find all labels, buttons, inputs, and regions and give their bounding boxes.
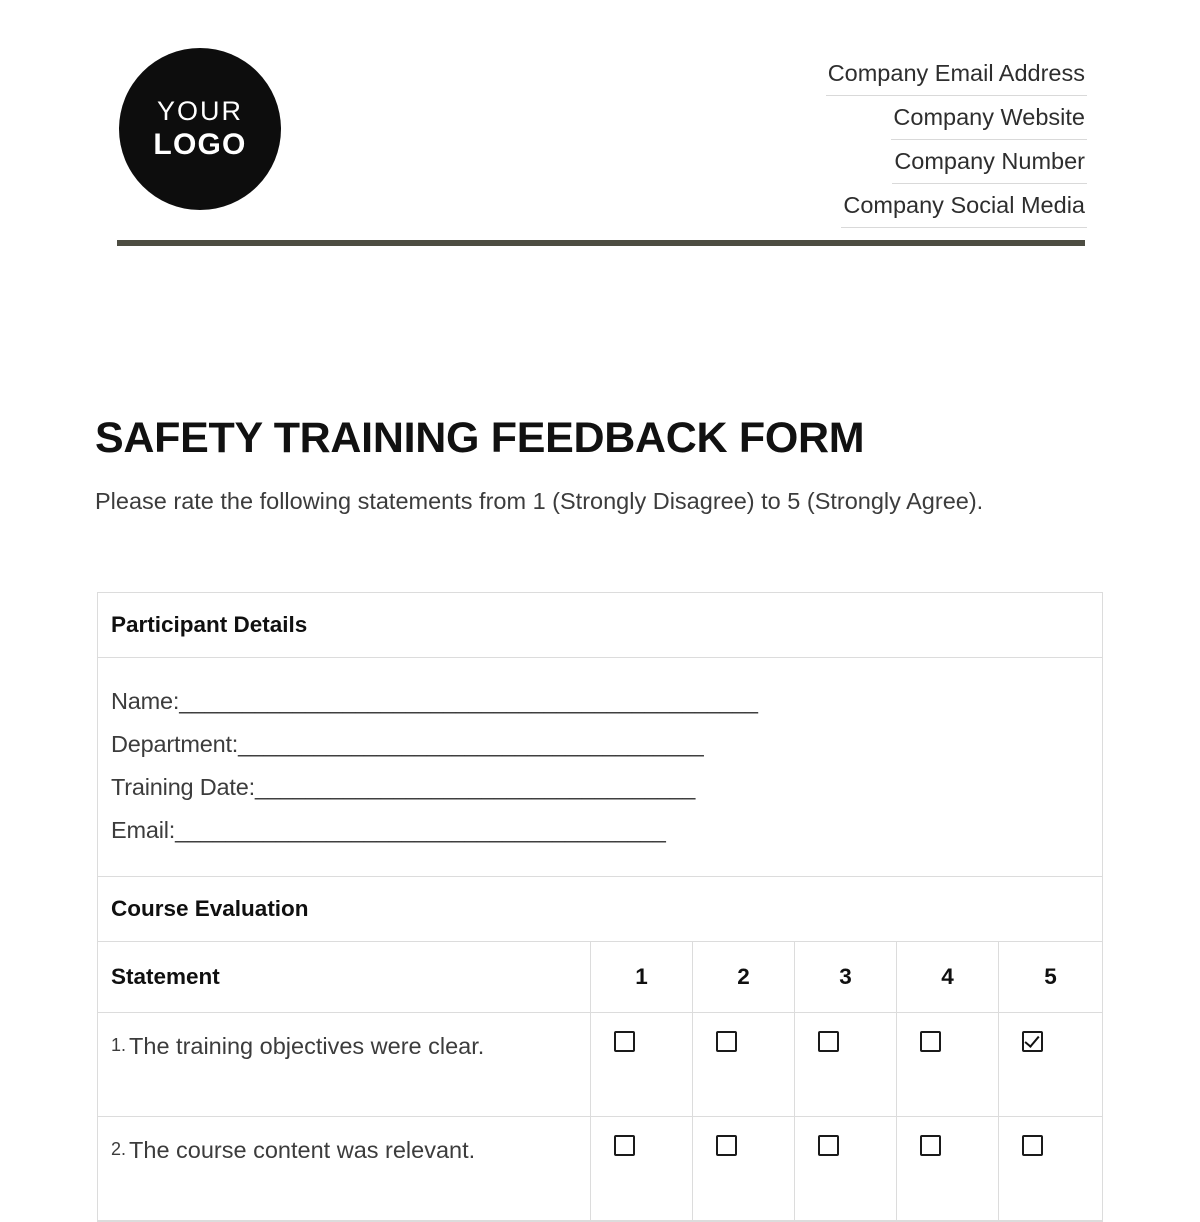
page-subtitle: Please rate the following statements fro… <box>95 488 984 515</box>
company-number-link[interactable]: Company Number <box>892 140 1087 184</box>
company-social-media-link[interactable]: Company Social Media <box>841 184 1087 228</box>
course-evaluation-grid: Statement 1 2 3 4 5 1. The training objec… <box>98 941 1102 1221</box>
checkbox-cell-r2-c1[interactable] <box>591 1116 693 1221</box>
checkbox-icon-r2-c5[interactable] <box>1022 1134 1043 1156</box>
statement-number-2: 2. <box>111 1138 127 1159</box>
field-training-date-blank: ___________________________________ <box>254 773 695 800</box>
section-header-course-evaluation: Course Evaluation <box>98 877 1102 942</box>
section-title-participant-details: Participant Details <box>111 612 308 637</box>
checkbox-icon-r1-c4[interactable] <box>920 1030 941 1052</box>
field-training-date-label: Training Date: <box>111 773 255 800</box>
checkbox-cell-r1-c1[interactable] <box>591 1012 693 1117</box>
contact-row-website: Company Website <box>826 96 1087 140</box>
column-header-rating-1: 1 <box>591 941 693 1013</box>
field-department-label: Department: <box>111 730 239 757</box>
checkbox-cell-r1-c5[interactable] <box>999 1013 1102 1117</box>
field-name-blank: ________________________________________… <box>179 687 758 714</box>
column-header-rating-3: 3 <box>795 941 897 1013</box>
page-header: YOUR LOGO Company Email Address Company … <box>0 0 1200 246</box>
checkbox-icon-r2-c2[interactable] <box>716 1134 737 1156</box>
page-title: SAFETY TRAINING FEEDBACK FORM <box>95 414 865 462</box>
company-email-link[interactable]: Company Email Address <box>825 52 1087 96</box>
checkbox-icon-r1-c2[interactable] <box>716 1030 737 1052</box>
statement-number-1: 1. <box>111 1034 127 1055</box>
checkbox-cell-r2-c5[interactable] <box>999 1117 1102 1221</box>
field-email-label: Email: <box>111 816 176 843</box>
table-row-statement-1: 1. The training objectives were clear. <box>98 1012 591 1117</box>
contact-row-social: Company Social Media <box>826 184 1087 228</box>
statement-text-2: The course content was relevant. <box>129 1136 476 1163</box>
field-name-row[interactable]: Name:___________________________________… <box>111 680 1089 723</box>
column-header-rating-4: 4 <box>897 941 999 1013</box>
field-email-row[interactable]: Email:__________________________________… <box>111 809 1089 852</box>
company-logo: YOUR LOGO <box>119 48 281 210</box>
checkbox-cell-r1-c3[interactable] <box>795 1012 897 1117</box>
participant-details-body: Name:___________________________________… <box>98 658 1102 877</box>
column-header-rating-5: 5 <box>999 942 1102 1013</box>
company-contact-block: Company Email Address Company Website Co… <box>825 52 1087 228</box>
checkbox-cell-r1-c4[interactable] <box>897 1012 999 1117</box>
checkbox-icon-r2-c3[interactable] <box>818 1134 839 1156</box>
checkbox-icon-r1-c3[interactable] <box>818 1030 839 1052</box>
checkbox-cell-r2-c2[interactable] <box>693 1116 795 1221</box>
logo-line-your: YOUR <box>156 96 243 126</box>
field-department-row[interactable]: Department:_____________________________… <box>111 723 1089 766</box>
checkbox-checked-icon-r1-c5[interactable] <box>1022 1030 1043 1052</box>
checkbox-cell-r2-c3[interactable] <box>795 1116 897 1221</box>
logo-line-logo: LOGO <box>153 128 247 161</box>
title-block: SAFETY TRAINING FEEDBACK FORM Please rat… <box>95 414 1105 518</box>
column-header-statement: Statement <box>98 941 591 1013</box>
checkbox-cell-r2-c4[interactable] <box>897 1116 999 1221</box>
statement-text-1: The training objectives were clear. <box>129 1032 485 1059</box>
field-department-blank: _____________________________________ <box>238 730 704 757</box>
section-header-participant-details: Participant Details <box>98 593 1102 658</box>
checkbox-cell-r1-c2[interactable] <box>693 1012 795 1117</box>
section-title-course-evaluation: Course Evaluation <box>111 895 309 921</box>
contact-row-number: Company Number <box>826 140 1087 184</box>
field-training-date-row[interactable]: Training Date:__________________________… <box>111 766 1089 809</box>
checkbox-icon-r2-c4[interactable] <box>920 1134 941 1156</box>
field-email-blank: _______________________________________ <box>175 816 666 843</box>
header-divider-rule <box>117 240 1085 246</box>
contact-row-email: Company Email Address <box>825 52 1087 96</box>
table-row-statement-2: 2. The course content was relevant. <box>98 1116 591 1221</box>
checkbox-icon-r1-c1[interactable] <box>614 1030 635 1052</box>
company-website-link[interactable]: Company Website <box>891 96 1087 140</box>
field-name-label: Name: <box>111 687 180 714</box>
checkbox-icon-r2-c1[interactable] <box>614 1134 635 1156</box>
column-header-rating-2: 2 <box>693 941 795 1013</box>
feedback-form-table: Participant Details Name:_______________… <box>97 592 1103 1222</box>
